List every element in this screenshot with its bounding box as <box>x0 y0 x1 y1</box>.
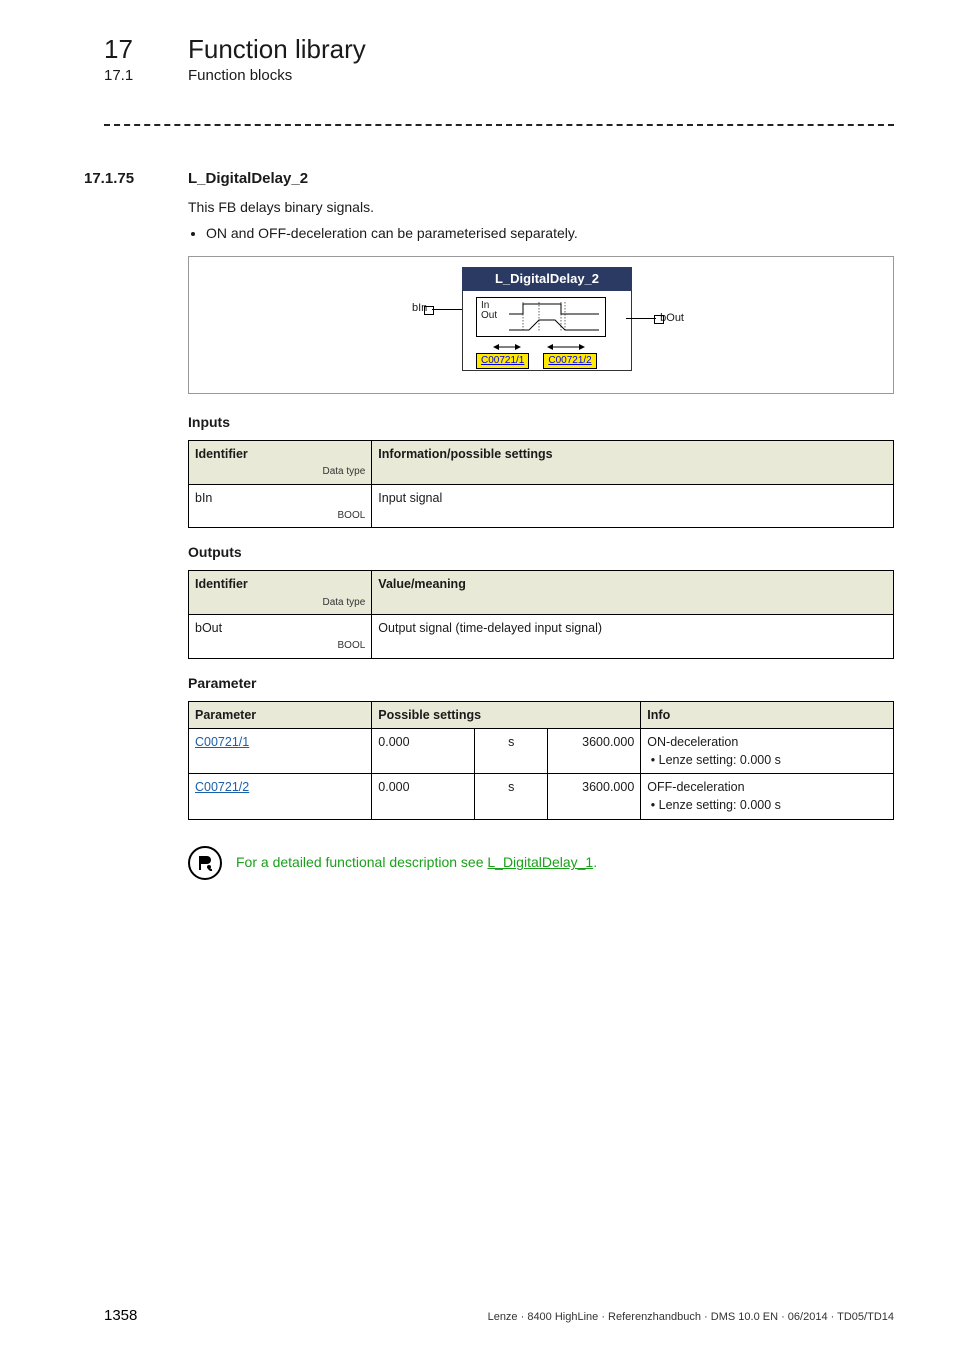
col-value: Value/meaning <box>372 571 894 615</box>
timing-chart-icon <box>509 302 599 332</box>
param-max: 3600.000 <box>548 774 641 819</box>
col-identifier: Identifier Data type <box>189 571 372 615</box>
col-info-label: Information/possible settings <box>378 447 552 461</box>
tip-link[interactable]: L_DigitalDelay_1 <box>487 854 593 870</box>
divider <box>104 124 894 126</box>
page-number: 1358 <box>104 1307 137 1324</box>
wire-icon <box>432 309 462 310</box>
fb-diagram: L_DigitalDelay_2 bIn bOut In Out <box>188 256 894 394</box>
col-info-label: Info <box>647 708 670 722</box>
col-identifier-label: Identifier <box>195 447 248 461</box>
param-info-title: OFF-deceleration <box>647 780 744 794</box>
col-datatype-label: Data type <box>195 596 365 611</box>
tip-suffix: . <box>593 854 597 870</box>
col-info: Info <box>641 701 894 728</box>
param-info-sub: Lenze setting: 0.000 s <box>659 753 781 767</box>
diagram-arrow-row <box>476 339 606 353</box>
param-max: 3600.000 <box>548 729 641 774</box>
subchapter-number: 17.1 <box>104 67 188 84</box>
input-desc: Input signal <box>372 484 894 528</box>
tip-icon <box>188 846 222 880</box>
outputs-table: Identifier Data type Value/meaning bOut … <box>188 570 894 658</box>
col-parameter: Parameter <box>189 701 372 728</box>
output-desc: Output signal (time-delayed input signal… <box>372 615 894 659</box>
param-min: 0.000 <box>372 729 475 774</box>
param-info: ON-deceleration • Lenze setting: 0.000 s <box>641 729 894 774</box>
diagram-inner-out-label: Out <box>481 309 497 324</box>
parameter-table: Parameter Possible settings Info C00721/… <box>188 701 894 820</box>
col-identifier: Identifier Data type <box>189 440 372 484</box>
col-parameter-label: Parameter <box>195 708 256 722</box>
input-dtype: BOOL <box>195 509 365 524</box>
diagram-code-link-left[interactable]: C00721/1 <box>476 353 529 369</box>
param-info-title: ON-deceleration <box>647 735 738 749</box>
tip-text: For a detailed functional description se… <box>236 852 597 872</box>
diagram-code-link-right[interactable]: C00721/2 <box>543 353 596 369</box>
param-unit: s <box>475 729 548 774</box>
parameter-heading: Parameter <box>188 673 894 693</box>
section-number: 17.1.75 <box>84 170 188 187</box>
param-info-sub: Lenze setting: 0.000 s <box>659 798 781 812</box>
diagram-inner-box: In Out <box>476 297 606 337</box>
table-row: C00721/1 0.000 s 3600.000 ON-deceleratio… <box>189 729 894 774</box>
intro-bullet: ON and OFF-deceleration can be parameter… <box>206 223 894 243</box>
col-datatype-label: Data type <box>195 465 365 480</box>
chapter-number: 17 <box>104 34 188 65</box>
table-row: bOut BOOL Output signal (time-delayed in… <box>189 615 894 659</box>
param-min: 0.000 <box>372 774 475 819</box>
diagram-title: L_DigitalDelay_2 <box>462 267 632 292</box>
intro-text: This FB delays binary signals. <box>188 197 894 217</box>
subchapter-heading: 17.1Function blocks <box>104 67 894 84</box>
col-info: Information/possible settings <box>372 440 894 484</box>
output-dtype: BOOL <box>195 639 365 654</box>
col-value-label: Value/meaning <box>378 577 466 591</box>
footer-text: Lenze · 8400 HighLine · Referenzhandbuch… <box>488 1311 894 1323</box>
col-identifier-label: Identifier <box>195 577 248 591</box>
table-row: C00721/2 0.000 s 3600.000 OFF-decelerati… <box>189 774 894 819</box>
param-link[interactable]: C00721/1 <box>195 735 249 749</box>
tip-prefix: For a detailed functional description se… <box>236 854 487 870</box>
inputs-table: Identifier Data type Information/possibl… <box>188 440 894 528</box>
port-icon <box>424 306 434 315</box>
param-link[interactable]: C00721/2 <box>195 780 249 794</box>
diagram-input-pin: bIn <box>412 301 427 317</box>
port-icon <box>654 315 664 324</box>
table-row: bIn BOOL Input signal <box>189 484 894 528</box>
output-ident: bOut <box>195 621 222 635</box>
subchapter-title: Function blocks <box>188 67 292 84</box>
section-title: L_DigitalDelay_2 <box>188 170 308 187</box>
param-info: OFF-deceleration • Lenze setting: 0.000 … <box>641 774 894 819</box>
page-footer: 1358 Lenze · 8400 HighLine · Referenzhan… <box>104 1307 894 1324</box>
inputs-heading: Inputs <box>188 412 894 432</box>
chapter-heading: 17Function library <box>104 34 894 65</box>
col-possible-settings: Possible settings <box>372 701 641 728</box>
diagram-output-pin: bOut <box>660 311 684 327</box>
outputs-heading: Outputs <box>188 542 894 562</box>
chapter-title: Function library <box>188 34 366 64</box>
input-ident: bIn <box>195 491 212 505</box>
wire-icon <box>626 318 656 319</box>
param-unit: s <box>475 774 548 819</box>
col-possible-settings-label: Possible settings <box>378 708 481 722</box>
